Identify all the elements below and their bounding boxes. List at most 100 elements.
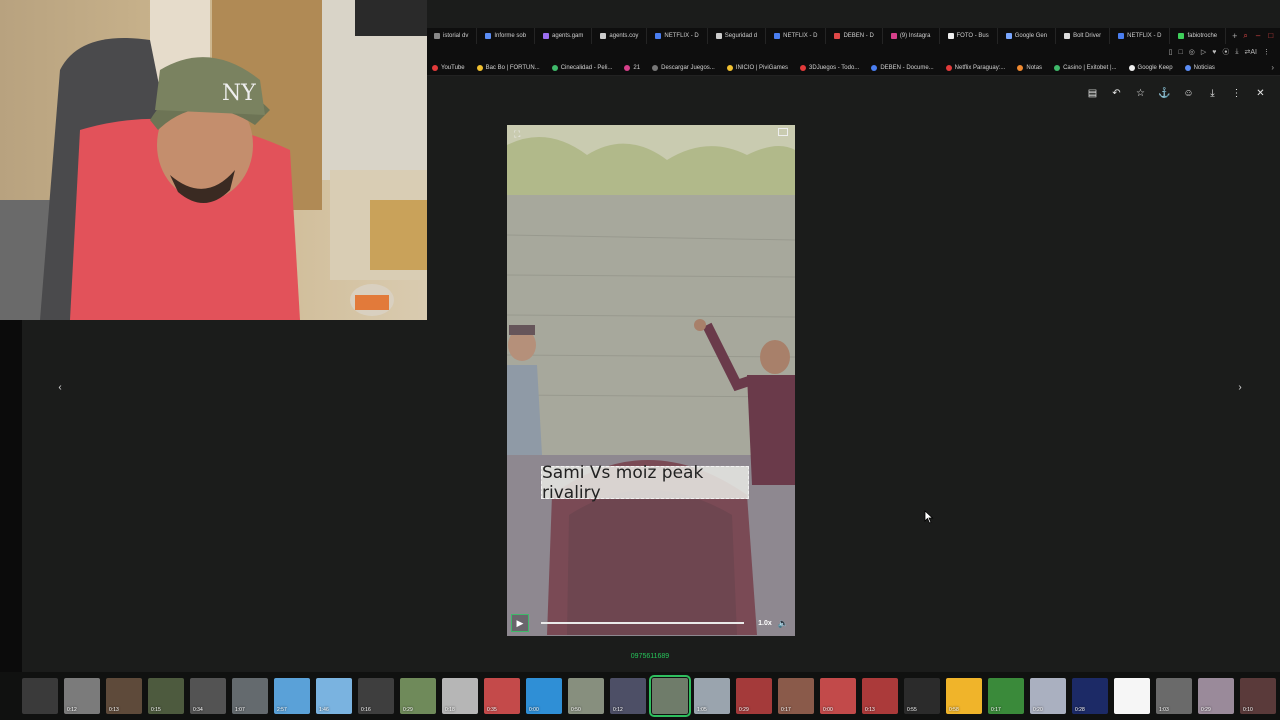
thumbnail[interactable]: 0:17 <box>988 678 1024 714</box>
browser-tab[interactable]: DEBEN - D <box>826 28 883 44</box>
tab-favicon-icon <box>1005 33 1012 39</box>
bookmark-item[interactable]: Bac Bo | FORTUN... <box>471 64 546 71</box>
thumbnail[interactable]: 1:07 <box>232 678 268 714</box>
thumbnail-duration: 0:29 <box>403 707 413 713</box>
previous-arrow-icon[interactable]: ‹ <box>53 380 67 394</box>
thumbnail[interactable]: 0:10 <box>1240 678 1276 714</box>
thumbnail[interactable]: 0:35 <box>484 678 520 714</box>
tab-favicon-icon <box>1178 33 1185 39</box>
heart-icon[interactable]: ♥ <box>1212 49 1216 56</box>
browser-tab[interactable]: FOTO - Bus <box>940 28 998 44</box>
bookmarks-more-button[interactable]: › <box>1271 63 1280 72</box>
thumbnail[interactable]: 1:03 <box>1156 678 1192 714</box>
browser-tab[interactable]: istorial dv <box>426 28 478 44</box>
ai-icon[interactable]: ⇄AI <box>1245 48 1257 56</box>
browser-tab[interactable]: agents.coy <box>592 28 648 44</box>
thumbnail[interactable]: 0:34 <box>190 678 226 714</box>
video-progress-bar[interactable] <box>541 622 745 624</box>
thumbnail-duration: 0:35 <box>487 707 497 713</box>
webcam-overlay: NY <box>0 0 427 320</box>
thumbnail[interactable]: 0:29 <box>736 678 772 714</box>
new-tab-button[interactable]: + <box>1226 31 1243 41</box>
maximize-icon[interactable]: □ <box>1268 31 1273 41</box>
thumbnail[interactable]: 1:46 <box>316 678 352 714</box>
thumbnail[interactable]: 0:28 <box>1072 678 1108 714</box>
bookmark-item[interactable]: Descargar Juegos... <box>646 64 721 71</box>
thumbnail[interactable] <box>1114 678 1150 714</box>
browser-tab[interactable]: NETFLIX - D <box>647 28 708 44</box>
browser-tab[interactable]: NETFLIX - D <box>766 28 827 44</box>
thumbnail[interactable] <box>649 675 691 717</box>
bookmark-item[interactable]: 3DJuegos - Todo... <box>794 64 865 71</box>
browser-tab[interactable]: (9) Instagra <box>883 28 940 44</box>
bookmark-item[interactable]: Casino | Exitobet |... <box>1048 64 1122 71</box>
tab-icon[interactable]: □ <box>1179 49 1183 56</box>
bookmark-item[interactable]: Notas <box>1011 64 1048 71</box>
play-button[interactable]: ▶ <box>511 614 529 632</box>
extension-icon[interactable]: ⦿ <box>1222 47 1229 57</box>
thumbnail[interactable]: 0:18 <box>442 678 478 714</box>
thumbnail[interactable]: 0:17 <box>778 678 814 714</box>
thumbnail[interactable]: 0:16 <box>358 678 394 714</box>
thumbnail[interactable]: 0:29 <box>1198 678 1234 714</box>
thumbnail[interactable] <box>22 678 58 714</box>
popout-icon[interactable] <box>778 128 788 136</box>
tab-label: NETFLIX - D <box>664 33 699 39</box>
undo-icon[interactable]: ↶ <box>1109 86 1124 101</box>
video-player[interactable]: ⛶ Sami Vs moiz peak rivaliry ▶ 1.0x 🔈 <box>507 125 795 636</box>
more-options-icon[interactable]: ⋮ <box>1229 86 1244 101</box>
playback-speed-button[interactable]: 1.0x <box>758 620 772 627</box>
thumbnail[interactable]: 0:13 <box>862 678 898 714</box>
play-icon[interactable]: ▷ <box>1201 48 1206 56</box>
thumbnail[interactable]: 0:00 <box>820 678 856 714</box>
pin-icon[interactable]: ⚓ <box>1157 86 1172 101</box>
thumbnail[interactable]: 2:57 <box>274 678 310 714</box>
thumbnail[interactable]: 0:29 <box>400 678 436 714</box>
emoji-icon[interactable]: ☺ <box>1181 86 1196 101</box>
star-icon[interactable]: ☆ <box>1133 86 1148 101</box>
tab-label: Informe sob <box>494 33 527 39</box>
close-icon[interactable]: ✕ <box>1253 86 1268 101</box>
bookmark-item[interactable]: Netflix Paraguay:... <box>940 64 1012 71</box>
browser-tab[interactable]: Bolt Driver <box>1056 28 1111 44</box>
download-icon[interactable]: ⤓ <box>1235 48 1238 56</box>
bookmark-item[interactable]: Google Keep <box>1123 64 1179 71</box>
bookmark-item[interactable]: Cinecalidad - Peli... <box>546 64 619 71</box>
bookmark-item[interactable]: DEBEN - Docume... <box>865 64 939 71</box>
thumbnail[interactable]: 0:20 <box>1030 678 1066 714</box>
download-icon[interactable]: ⤓ <box>1205 86 1220 101</box>
browser-tab[interactable]: NETFLIX - D <box>1110 28 1171 44</box>
shield-icon[interactable]: ◎ <box>1189 48 1195 56</box>
bookmark-item[interactable]: 21 <box>618 64 646 71</box>
thumbnail-duration: 0:17 <box>781 707 791 713</box>
thumbnail[interactable]: 0:12 <box>64 678 100 714</box>
bookmark-item[interactable]: INICIO | PiviGames <box>721 64 794 71</box>
browser-tab[interactable]: fabiotroche <box>1170 28 1227 44</box>
browser-tab[interactable]: Google Gen <box>998 28 1057 44</box>
caption-icon[interactable]: ▤ <box>1085 86 1100 101</box>
thumbnail[interactable]: 0:55 <box>904 678 940 714</box>
browser-tab[interactable]: agents.gam <box>535 28 593 44</box>
reading-list-icon[interactable]: ▯ <box>1169 48 1173 56</box>
thumbnail[interactable]: 0:50 <box>568 678 604 714</box>
bookmark-favicon-icon <box>1128 64 1135 71</box>
bookmark-item[interactable]: Noticias <box>1179 64 1221 71</box>
minimize-icon[interactable]: – <box>1256 31 1260 41</box>
thumbnail[interactable]: 1:05 <box>694 678 730 714</box>
next-arrow-icon[interactable]: › <box>1233 380 1247 394</box>
menu-icon[interactable]: ⋮ <box>1263 48 1270 56</box>
bookmark-label: Casino | Exitobet |... <box>1063 64 1117 71</box>
thumbnail[interactable]: 0:13 <box>106 678 142 714</box>
thumbnail-duration: 0:15 <box>151 707 161 713</box>
browser-tab[interactable]: Seguridad d <box>708 28 767 44</box>
thumbnail[interactable]: 0:12 <box>610 678 646 714</box>
search-tabs-icon[interactable]: ⌕ <box>1243 31 1247 41</box>
thumbnail[interactable]: 0:58 <box>946 678 982 714</box>
browser-tab[interactable]: Informe sob <box>477 28 536 44</box>
thumbnail[interactable]: 0:00 <box>526 678 562 714</box>
bookmark-item[interactable]: YouTube <box>426 64 471 71</box>
thumbnail[interactable]: 0:15 <box>148 678 184 714</box>
volume-icon[interactable]: 🔈 <box>778 618 789 629</box>
tab-label: NETFLIX - D <box>783 33 818 39</box>
expand-icon[interactable]: ⛶ <box>514 129 520 140</box>
